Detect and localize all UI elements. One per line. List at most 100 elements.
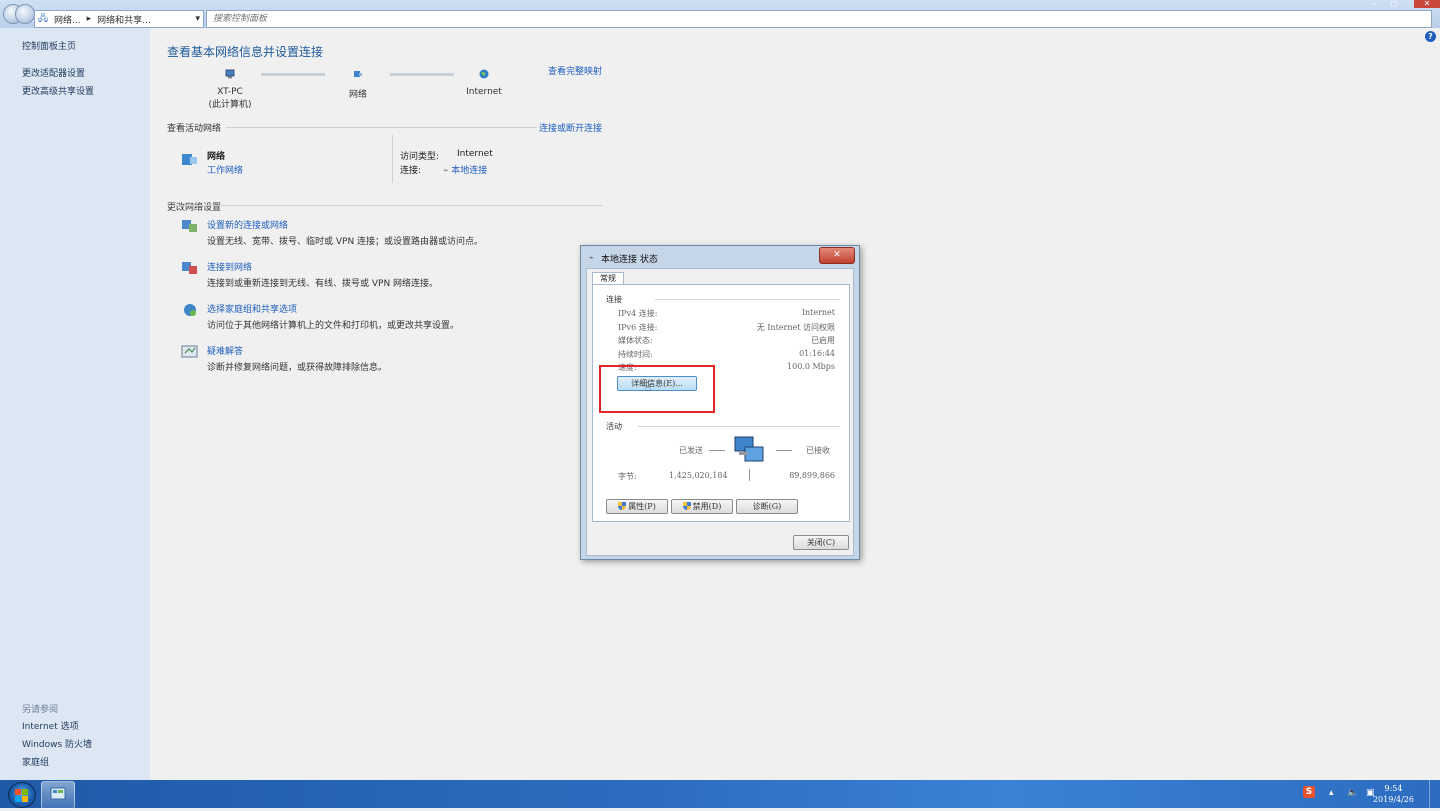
task-connect-network-desc: 连接到或重新连接到无线、有线、拨号或 VPN 网络连接。 (207, 279, 439, 289)
nav-windows-firewall[interactable]: Windows 防火墙 (22, 737, 92, 750)
task-setup-connection-link[interactable]: 设置新的连接或网络 (207, 218, 288, 231)
windows-logo-icon (22, 796, 28, 802)
bytes-label: 字节: (618, 472, 637, 481)
properties-button-label: 属性(P) (628, 502, 656, 511)
divider (392, 135, 393, 183)
left-nav: 控制面板主页 更改适配器设置 更改高级共享设置 另请参阅 Internet 选项… (0, 28, 150, 780)
active-networks-header: 查看活动网络 (167, 124, 222, 134)
active-network-name: 网络 (207, 152, 226, 162)
breadcrumb-item-sharing[interactable]: 网络和共享... (94, 13, 154, 26)
task-setup-connection-desc: 设置无线、宽带、拨号、临时或 VPN 连接；或设置路由器或访问点。 (207, 237, 484, 247)
homegroup-icon (181, 302, 199, 318)
access-type-value: Internet (457, 149, 493, 159)
divider (655, 299, 840, 300)
volume-icon[interactable]: 🔈 (1347, 788, 1358, 798)
page-title: 查看基本网络信息并设置连接 (167, 45, 324, 59)
speed-value: 100.0 Mbps (787, 362, 835, 371)
network-icon: 🖧 (38, 14, 49, 24)
ethernet-icon: ⌁ (589, 253, 594, 262)
map-link-line (261, 73, 325, 76)
dialog-close-x-button[interactable]: ✕ (819, 247, 855, 264)
shield-icon (682, 502, 691, 510)
connection-group-label: 连接 (606, 295, 622, 304)
ipv4-label: IPv4 连接: (618, 309, 658, 318)
media-state-value: 已启用 (811, 336, 835, 345)
task-connect-network-link[interactable]: 连接到网络 (207, 260, 252, 273)
map-node-network[interactable]: 网络 (333, 69, 383, 100)
see-also-label: 另请参阅 (22, 705, 59, 715)
dialog-close-button[interactable]: 关闭(C) (793, 535, 849, 550)
show-hidden-icons[interactable]: ▴ (1329, 788, 1334, 798)
connect-network-icon (181, 260, 199, 276)
forward-button[interactable] (15, 4, 35, 24)
divider (167, 205, 603, 206)
clock[interactable]: 9:54 2019/4/26 (1373, 783, 1414, 805)
divider (638, 426, 840, 427)
windows-logo-icon (15, 796, 21, 802)
access-type-label: 访问类型: (400, 152, 440, 162)
divider (776, 450, 792, 451)
change-settings-header: 更改网络设置 (167, 203, 222, 213)
task-homegroup-link[interactable]: 选择家庭组和共享选项 (207, 302, 297, 315)
duration-label: 持续时间: (618, 350, 653, 359)
map-link-line (390, 73, 454, 76)
network-bench-icon (181, 151, 199, 167)
view-full-map-link[interactable]: 查看完整映射 (548, 64, 602, 77)
control-panel-icon (50, 787, 66, 800)
local-connection-link[interactable]: ⌁ 本地连接 (443, 163, 487, 176)
divider (749, 469, 750, 481)
bytes-received-value: 89,899,866 (789, 471, 835, 480)
windows-logo-icon (15, 789, 21, 795)
activity-group-label: 活动 (606, 422, 622, 431)
local-connection-label[interactable]: 本地连接 (451, 166, 487, 176)
task-troubleshoot-desc: 诊断并修复网络问题，或获得故障排除信息。 (207, 363, 388, 373)
globe-icon (479, 69, 489, 79)
minimize-button[interactable]: ‒ (1364, 0, 1384, 8)
duration-value: 01:16:44 (799, 349, 835, 358)
dialog-title: 本地连接 状态 (601, 255, 658, 265)
nav-homegroup[interactable]: 家庭组 (22, 755, 49, 768)
breadcrumb[interactable]: 🖧 网络... ▸ 网络和共享... ▾ (34, 10, 204, 28)
new-connection-icon (181, 218, 199, 234)
disable-button-label: 禁用(D) (692, 502, 722, 511)
nav-control-panel-home[interactable]: 控制面板主页 (22, 39, 76, 52)
nav-change-adapter-settings[interactable]: 更改适配器设置 (22, 66, 85, 79)
task-homegroup-desc: 访问位于其他网络计算机上的文件和打印机，或更改共享设置。 (207, 321, 460, 331)
close-window-button[interactable]: ✕ (1414, 0, 1440, 8)
search-input[interactable] (207, 11, 1439, 27)
start-button[interactable] (8, 782, 36, 808)
received-label: 已接收 (806, 446, 830, 455)
ipv6-label: IPv6 连接: (618, 323, 658, 332)
chevron-right-icon: ▸ (86, 14, 92, 24)
tab-general[interactable]: 常规 (592, 272, 624, 284)
network-activity-icon (733, 435, 769, 469)
pc-name: XT-PC (217, 87, 243, 97)
task-troubleshoot-link[interactable]: 疑难解答 (207, 344, 243, 357)
help-icon[interactable]: ? (1425, 31, 1436, 42)
disable-button[interactable]: 禁用(D) (671, 499, 733, 514)
connect-disconnect-link[interactable]: 连接或断开连接 (539, 121, 602, 134)
search-box[interactable] (206, 10, 1439, 28)
pc-subtitle: (此计算机) (208, 100, 252, 110)
nav-change-advanced-sharing[interactable]: 更改高级共享设置 (22, 84, 94, 97)
taskbar-control-panel-button[interactable] (41, 781, 75, 809)
network-type-link[interactable]: 工作网络 (207, 163, 243, 176)
map-node-internet[interactable]: Internet (459, 69, 509, 97)
maximize-button[interactable]: ▢ (1384, 0, 1404, 8)
show-desktop-button[interactable] (1429, 780, 1440, 808)
taskbar: S ▴ 🔈 ▣ 9:54 2019/4/26 (0, 780, 1440, 809)
breadcrumb-item-network[interactable]: 网络... (51, 13, 84, 26)
diagnose-button[interactable]: 诊断(G) (736, 499, 798, 514)
divider (226, 127, 537, 128)
map-node-pc[interactable]: XT-PC (此计算机) (205, 69, 255, 110)
sent-label: 已发送 (679, 446, 703, 455)
properties-button[interactable]: 属性(P) (606, 499, 668, 514)
chevron-down-icon[interactable]: ▾ (192, 14, 203, 24)
internet-label: Internet (466, 87, 502, 97)
media-state-label: 媒体状态: (618, 336, 653, 345)
ime-icon[interactable]: S (1303, 786, 1315, 798)
nav-internet-options[interactable]: Internet 选项 (22, 719, 79, 732)
connections-label: 连接: (400, 166, 422, 176)
clock-date: 2019/4/26 (1372, 795, 1414, 804)
windows-logo-icon (22, 789, 28, 795)
